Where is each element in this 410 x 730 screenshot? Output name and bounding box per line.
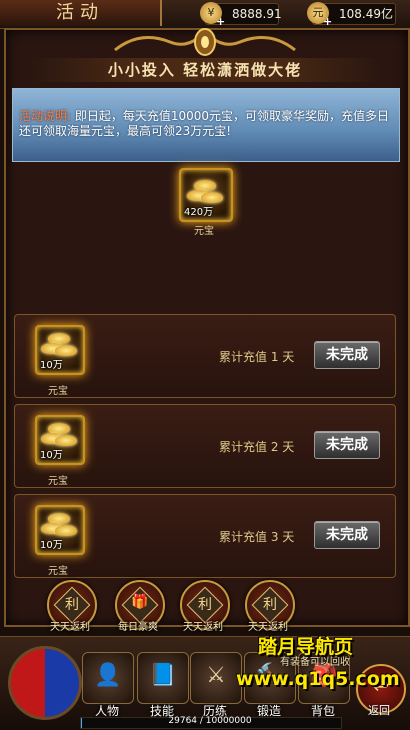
gold-ingot-icon xyxy=(55,435,77,446)
silver-value: 8888.91 xyxy=(232,7,282,21)
tab-label: 天天返利 xyxy=(50,622,90,633)
page-title: 活动 xyxy=(0,0,162,26)
grand-reward-name: 元宝 xyxy=(194,226,214,237)
reward-quantity: 420万 xyxy=(184,207,214,218)
claim-button[interactable]: 未完成 xyxy=(314,341,380,369)
reward-name: 元宝 xyxy=(48,566,68,577)
gold-resource[interactable]: 元 + 108.49亿 xyxy=(307,2,396,28)
gold-ingot-icon xyxy=(55,525,77,536)
tab-glyph: 🎁 xyxy=(131,594,149,610)
reward-name: 元宝 xyxy=(48,386,68,397)
back-label: 返回 xyxy=(368,704,390,717)
task-row: 10万 元宝 累计充值 1 天 未完成 xyxy=(14,314,396,398)
dragon-ornament xyxy=(114,28,296,56)
reward-name: 元宝 xyxy=(48,476,68,487)
gold-ingot-icon xyxy=(55,345,77,356)
notice-body: 即日起，每天充值10000元宝，可领取豪华奖励，充值多日还可领取海量元宝，最高可… xyxy=(19,109,390,138)
tab-label: 天天返利 xyxy=(183,622,223,633)
task-row: 10万 元宝 累计充值 2 天 未完成 xyxy=(14,404,396,488)
watermark-title: 踏月导航页 xyxy=(258,636,354,658)
training-icon: ⚔ xyxy=(206,663,226,688)
reward-quantity: 10万 xyxy=(40,450,63,461)
grand-reward-item[interactable]: 420万 xyxy=(179,168,233,222)
claim-button[interactable]: 未完成 xyxy=(314,521,380,549)
claim-button[interactable]: 未完成 xyxy=(314,431,380,459)
skill-book-icon: 📘 xyxy=(149,663,177,688)
gold-value: 108.49亿 xyxy=(339,7,393,21)
menu-character[interactable]: 👤 xyxy=(82,652,134,704)
tab-label: 天天返利 xyxy=(248,622,288,633)
reward-item[interactable]: 10万 xyxy=(35,415,85,465)
menu-training[interactable]: ⚔ xyxy=(190,652,242,704)
watermark-url: www.q1q5.com xyxy=(236,668,400,690)
silver-resource[interactable]: ¥ + 8888.91 xyxy=(200,2,282,28)
task-condition: 累计充值 1 天 xyxy=(219,350,295,364)
gold-ingot-icon xyxy=(201,192,223,203)
reward-item[interactable]: 10万 xyxy=(35,325,85,375)
menu-skills[interactable]: 📘 xyxy=(137,652,189,704)
tab-glyph: 利 xyxy=(65,597,79,613)
task-condition: 累计充值 2 天 xyxy=(219,440,295,454)
tab-label: 每日豪爽 xyxy=(118,622,158,633)
reward-quantity: 10万 xyxy=(40,540,63,551)
notice-label: 活动说明: xyxy=(19,109,72,123)
notice-panel: 活动说明: 即日起，每天充值10000元宝，可领取豪华奖励，充值多日还可领取海量… xyxy=(12,88,400,162)
yin-yang-icon[interactable] xyxy=(8,646,82,720)
xp-text: 29764 / 10000000 xyxy=(168,716,252,726)
tab-glyph: 利 xyxy=(263,597,277,613)
task-row: 10万 元宝 累计充值 3 天 未完成 xyxy=(14,494,396,578)
reward-item[interactable]: 10万 xyxy=(35,505,85,555)
character-icon: 👤 xyxy=(94,663,122,688)
reward-quantity: 10万 xyxy=(40,360,63,371)
notice-text: 活动说明: 即日起，每天充值10000元宝，可领取豪华奖励，充值多日还可领取海量… xyxy=(19,109,395,139)
event-banner: 小小投入 轻松潇洒做大佬 xyxy=(30,58,380,82)
task-condition: 累计充值 3 天 xyxy=(219,530,295,544)
tab-glyph: 利 xyxy=(198,597,212,613)
